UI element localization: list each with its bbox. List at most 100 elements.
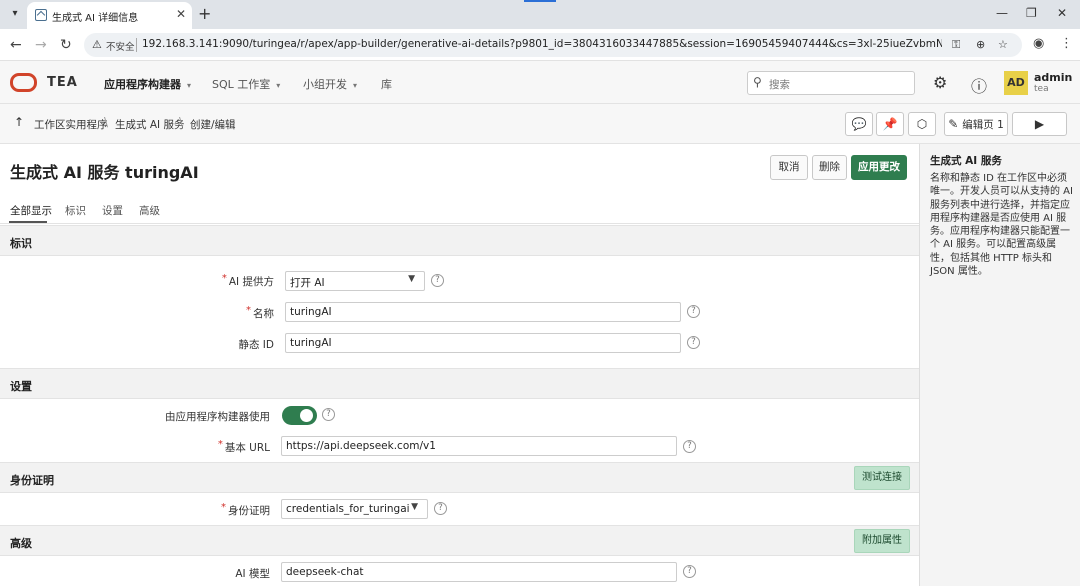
required-icon: *	[221, 273, 227, 284]
help-icon[interactable]: ?	[431, 274, 444, 287]
name-field[interactable]: turingAI	[285, 302, 681, 322]
logo-icon[interactable]	[10, 73, 37, 92]
back-icon[interactable]: ←	[10, 37, 22, 53]
insecure-label[interactable]: 不安全	[106, 39, 135, 53]
menu-team-dev[interactable]: 小组开发 ▾	[303, 76, 357, 92]
help-icon[interactable]: ?	[322, 408, 335, 421]
url-separator	[136, 38, 137, 52]
provider-select[interactable]: 打开 AI ▼	[285, 271, 425, 291]
apex-favicon-icon	[35, 9, 47, 21]
tab-settings[interactable]: 设置	[102, 203, 123, 218]
apply-changes-button[interactable]: 应用更改	[851, 155, 907, 180]
comment-button[interactable]: 💬	[845, 112, 873, 136]
zoom-icon[interactable]: ⊕	[976, 38, 985, 51]
tab-advanced[interactable]: 高级	[139, 203, 160, 218]
region-tabs: 全部显示 标识 设置 高级	[0, 198, 919, 224]
page-title: 生成式 AI 服务 turingAI	[10, 163, 199, 182]
help-panel-title: 生成式 AI 服务	[930, 155, 1002, 167]
help-icon[interactable]: ?	[687, 305, 700, 318]
breadcrumb-separator: \	[179, 115, 184, 129]
tab-identification[interactable]: 标识	[65, 203, 86, 218]
section-settings: 设置	[0, 368, 919, 399]
cancel-button[interactable]: 取消	[770, 155, 808, 180]
breadcrumb-item-genai-services[interactable]: 生成式 AI 服务	[115, 117, 184, 132]
url-field[interactable]: ⚠ 不安全 192.168.3.141:9090/turingea/r/apex…	[84, 33, 1022, 57]
user-settings-icon[interactable]: ⚙	[933, 73, 947, 92]
base-url-label: * 基本 URL	[217, 439, 270, 454]
menu-app-builder[interactable]: 应用程序构建器 ▾	[104, 76, 191, 92]
search-icon: ⚲	[753, 75, 762, 89]
chevron-down-icon: ▼	[408, 274, 415, 284]
credential-select[interactable]: credentials_for_turingai ▼	[281, 499, 428, 519]
delete-button[interactable]: 删除	[812, 155, 847, 180]
ai-model-label: AI 模型	[235, 568, 270, 580]
more-icon[interactable]: ⋮	[1060, 36, 1073, 51]
maximize-icon[interactable]: ❐	[1026, 6, 1037, 20]
profile-icon[interactable]: ◉	[1033, 36, 1044, 51]
required-icon: *	[246, 305, 251, 316]
tab-title: 生成式 AI 详细信息	[52, 13, 139, 24]
tab-search-chevron-icon[interactable]: ▾	[6, 5, 24, 23]
url-text[interactable]: 192.168.3.141:9090/turingea/r/apex/app-b…	[142, 38, 942, 50]
help-icon[interactable]: ?	[683, 440, 696, 453]
name-label: * 名称	[246, 305, 274, 320]
help-icon[interactable]: ⓘ	[971, 73, 987, 97]
warning-icon[interactable]: ⚠	[92, 38, 106, 52]
apex-header: TEA 应用程序构建器 ▾ SQL 工作室 ▾ 小组开发 ▾ 库 ⚲ 搜索 ⚙ ⓘ A…	[0, 61, 1080, 104]
browser-tabbar: ▾ 生成式 AI 详细信息 ✕ + — ❐ ✕	[0, 0, 1080, 29]
section-title: 高级	[10, 537, 32, 550]
shared-components-button[interactable]: ⬡	[908, 112, 936, 136]
chevron-down-icon: ▾	[187, 81, 192, 90]
pin-icon: 📌	[882, 117, 898, 131]
tab-show-all[interactable]: 全部显示	[10, 203, 52, 218]
logo-text[interactable]: TEA	[47, 75, 78, 90]
window-close-icon[interactable]: ✕	[1057, 6, 1067, 20]
chevron-down-icon: ▾	[276, 81, 281, 90]
required-icon: *	[217, 439, 223, 450]
new-tab-icon[interactable]: +	[198, 4, 211, 23]
menu-gallery[interactable]: 库	[381, 76, 392, 92]
help-icon[interactable]: ?	[687, 336, 700, 349]
profile-indicator	[524, 0, 556, 2]
comment-icon: 💬	[851, 117, 867, 131]
static-id-field[interactable]: turingAI	[285, 333, 681, 353]
active-tab-indicator	[9, 221, 47, 223]
browser-tab[interactable]: 生成式 AI 详细信息 ✕	[27, 2, 192, 29]
avatar[interactable]: AD	[1004, 71, 1028, 95]
edit-page-button[interactable]: ✎ 编辑页 1	[944, 112, 1008, 136]
toggle-knob	[300, 409, 313, 422]
base-url-field[interactable]: https://api.deepseek.com/v1	[281, 436, 677, 456]
additional-attributes-button[interactable]: 附加属性	[854, 529, 910, 553]
star-icon[interactable]: ☆	[998, 38, 1008, 51]
section-identification: 标识	[0, 225, 919, 256]
breadcrumb-item-current: 创建/编辑	[190, 119, 236, 131]
run-button[interactable]: ▶	[1012, 112, 1067, 136]
arrow-up-icon[interactable]: ↑	[14, 115, 24, 129]
help-panel: 生成式 AI 服务 名称和静态 ID 在工作区中必须唯一。开发人员可以从支持的 …	[919, 144, 1080, 586]
breadcrumb: ↑ 工作区实用程序 \ 生成式 AI 服务 \ 创建/编辑 💬 📌 ⬡ ✎ 编辑页…	[0, 104, 1080, 144]
provider-label: * AI 提供方	[221, 273, 274, 288]
forward-icon[interactable]: →	[35, 37, 47, 53]
shapes-icon: ⬡	[916, 117, 928, 131]
pin-button[interactable]: 📌	[876, 112, 904, 136]
section-title: 身份证明	[10, 474, 54, 487]
minimize-icon[interactable]: —	[996, 6, 1008, 20]
chevron-down-icon: ▼	[411, 502, 418, 512]
search-input[interactable]: ⚲ 搜索	[747, 71, 915, 95]
static-id-label: 静态 ID	[238, 339, 274, 351]
section-title: 设置	[10, 380, 32, 393]
play-icon: ▶	[1034, 117, 1045, 131]
ai-model-field[interactable]: deepseek-chat	[281, 562, 677, 582]
key-icon[interactable]: ⚿	[952, 38, 960, 52]
user-name[interactable]: admin	[1034, 71, 1072, 84]
section-advanced: 高级 附加属性	[0, 525, 919, 556]
help-icon[interactable]: ?	[683, 565, 696, 578]
breadcrumb-item-workspace-utilities[interactable]: 工作区实用程序	[34, 117, 108, 132]
section-credentials: 身份证明 测试连接	[0, 462, 919, 493]
help-icon[interactable]: ?	[434, 502, 447, 515]
tab-close-icon[interactable]: ✕	[176, 7, 186, 21]
used-by-builder-toggle[interactable]	[282, 406, 317, 425]
reload-icon[interactable]: ↻	[60, 37, 72, 53]
menu-sql-workshop[interactable]: SQL 工作室 ▾	[212, 76, 280, 92]
test-connection-button[interactable]: 测试连接	[854, 466, 910, 490]
